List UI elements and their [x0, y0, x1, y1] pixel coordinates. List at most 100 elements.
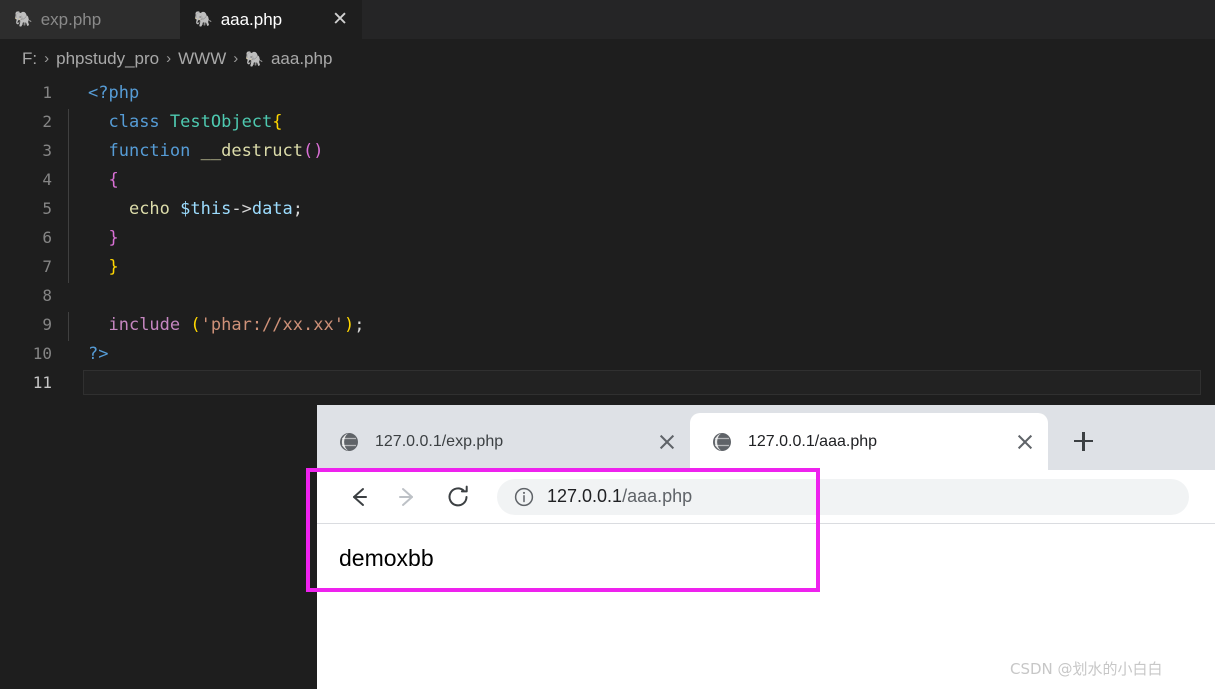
chevron-right-icon: › [44, 50, 50, 67]
code-line[interactable]: 6 } [0, 223, 1215, 254]
browser-tab-title: 127.0.0.1/aaa.php [748, 432, 878, 450]
code-line[interactable]: 4 { [0, 165, 1215, 196]
line-number: 5 [42, 199, 52, 218]
editor-tab-bar: 🐘 exp.php 🐘 aaa.php ✕ [0, 0, 1215, 39]
browser-tab-strip: 127.0.0.1/exp.php 127.0.0.1/aaa.php [317, 405, 1215, 470]
line-number: 7 [42, 257, 52, 276]
editor-tab-exp-php[interactable]: 🐘 exp.php [0, 0, 180, 39]
token-variable-this: $this [180, 198, 232, 219]
back-arrow-icon[interactable] [339, 478, 377, 516]
browser-tab-title: 127.0.0.1/exp.php [375, 432, 504, 450]
browser-window: 127.0.0.1/exp.php 127.0.0.1/aaa.php 127.… [317, 405, 1215, 689]
code-line-text: <?php [66, 83, 1215, 103]
code-line-text: function __destruct() [66, 137, 1215, 167]
token-string-phar-path: 'phar://xx.xx' [200, 314, 344, 335]
breadcrumb-item-phpstudy-pro[interactable]: phpstudy_pro [56, 49, 159, 69]
close-icon[interactable] [1014, 431, 1036, 453]
line-number: 8 [42, 286, 52, 305]
line-number: 10 [32, 344, 52, 363]
screenshot-root: 🐘 exp.php 🐘 aaa.php ✕ F: › phpstudy_pro … [0, 0, 1215, 689]
code-line-text: echo $this->data; [66, 195, 1215, 225]
line-number: 6 [42, 228, 52, 247]
forward-arrow-icon [389, 478, 427, 516]
breadcrumb-item-drive[interactable]: F: [22, 49, 37, 69]
token-keyword-echo: echo [128, 198, 170, 219]
token-brace-open: { [108, 169, 119, 190]
token-paren-close: ) [343, 314, 355, 335]
code-line[interactable]: 2 class TestObject{ [0, 107, 1215, 138]
reload-icon[interactable] [439, 478, 477, 516]
page-body-text: demoxbb [339, 545, 434, 571]
token-arrow-operator: -> [231, 198, 252, 219]
current-line-highlight [83, 370, 1201, 395]
code-line[interactable]: 10 ?> [0, 339, 1215, 368]
line-number: 3 [42, 141, 52, 160]
token-property-data: data [251, 198, 293, 219]
info-circle-icon[interactable] [513, 486, 535, 508]
address-bar[interactable]: 127.0.0.1/aaa.php [497, 478, 1189, 515]
code-line[interactable]: 8 [0, 281, 1215, 310]
editor-tab-label: aaa.php [220, 9, 283, 29]
browser-tab-exp-php[interactable]: 127.0.0.1/exp.php [317, 413, 690, 470]
browser-tab-aaa-php[interactable]: 127.0.0.1/aaa.php [690, 413, 1048, 470]
address-bar-url: 127.0.0.1/aaa.php [547, 486, 692, 507]
token-php-close: ?> [88, 343, 109, 364]
php-elephant-icon: 🐘 [245, 50, 264, 68]
editor-tab-bar-empty-space [362, 0, 1215, 39]
php-elephant-icon: 🐘 [14, 11, 33, 28]
code-line-current[interactable]: 11 [0, 368, 1215, 397]
url-host: 127.0.0.1 [547, 486, 623, 506]
line-number: 9 [42, 315, 52, 334]
code-line-text: { [66, 166, 1215, 196]
line-number: 2 [42, 112, 52, 131]
token-brace-open: { [272, 111, 283, 132]
token-keyword-function: function [108, 140, 191, 161]
globe-icon [712, 432, 732, 452]
token-brace-close: } [108, 227, 119, 248]
token-function-name: __destruct [200, 140, 303, 161]
code-line[interactable]: 7 } [0, 252, 1215, 283]
php-elephant-icon: 🐘 [194, 11, 213, 28]
line-number: 4 [42, 170, 52, 189]
token-class-name: TestObject [169, 111, 273, 132]
token-brace-close: } [108, 256, 119, 277]
code-line-text: class TestObject{ [66, 108, 1215, 138]
token-paren-open: ( [190, 314, 201, 335]
token-paren-close: ) [313, 140, 324, 161]
token-semicolon: ; [292, 198, 304, 219]
editor-tab-label: exp.php [40, 9, 102, 29]
editor-tab-aaa-php[interactable]: 🐘 aaa.php ✕ [180, 0, 362, 39]
breadcrumb-item-file[interactable]: aaa.php [271, 49, 332, 69]
code-line-text: } [66, 253, 1215, 283]
token-php-open: <?php [88, 82, 140, 103]
close-icon[interactable]: ✕ [332, 10, 348, 29]
code-line[interactable]: 9 include ('phar://xx.xx'); [0, 310, 1215, 341]
code-line[interactable]: 5 echo $this->data; [0, 194, 1215, 225]
chevron-right-icon: › [166, 50, 172, 67]
line-number: 11 [32, 373, 52, 392]
url-path: /aaa.php [622, 486, 693, 506]
code-line[interactable]: 1 <?php [0, 78, 1215, 107]
code-line-text: } [66, 224, 1215, 254]
globe-icon [339, 432, 359, 452]
breadcrumb: F: › phpstudy_pro › WWW › 🐘 aaa.php [0, 39, 1215, 78]
line-number: 1 [42, 83, 52, 102]
token-keyword-class: class [108, 111, 160, 132]
new-tab-button[interactable] [1060, 418, 1106, 464]
close-icon[interactable] [656, 431, 678, 453]
token-keyword-include: include [108, 314, 181, 335]
code-line-text: include ('phar://xx.xx'); [66, 311, 1215, 341]
code-line-text: ?> [66, 344, 1215, 364]
chevron-right-icon: › [233, 50, 239, 67]
breadcrumb-item-www[interactable]: WWW [178, 49, 226, 69]
code-line[interactable]: 3 function __destruct() [0, 136, 1215, 167]
